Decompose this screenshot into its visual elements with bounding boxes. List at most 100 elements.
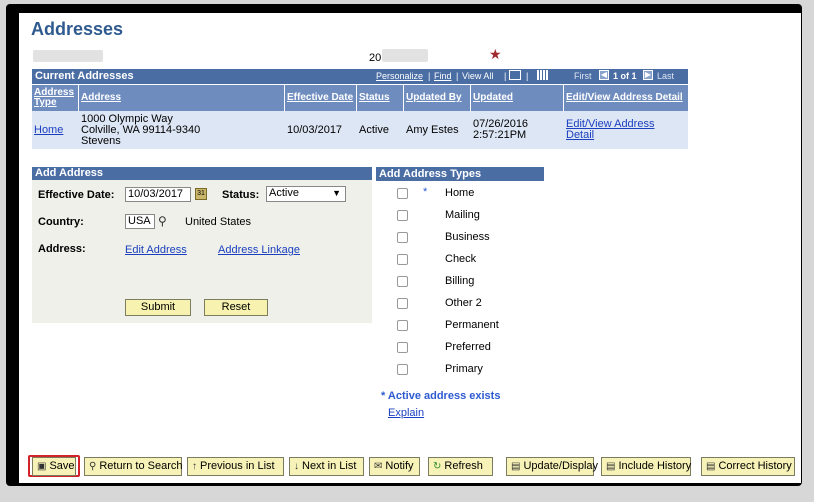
status-label: Status: (222, 189, 260, 201)
next-label: Next in List (302, 460, 357, 472)
correct-history-icon: ▤ (706, 461, 716, 472)
address-type-row: * Home (391, 186, 541, 201)
notify-icon: ✉ (374, 461, 383, 472)
address-type-label: Check (445, 253, 477, 265)
col-updated-by[interactable]: Updated By (404, 85, 471, 111)
calendar-icon[interactable]: 31 (195, 188, 207, 200)
correct-history-button[interactable]: ▤ Correct History (701, 457, 795, 476)
refresh-button[interactable]: ↻ Refresh (428, 457, 493, 476)
cell-address: 1000 Olympic Way Colville, WA 99114-9340… (79, 111, 287, 149)
address-type-checkbox[interactable] (397, 276, 408, 287)
return-to-search-button[interactable]: ⚲ Return to Search (84, 457, 182, 476)
zoom-icon[interactable] (509, 70, 521, 80)
edit-address-link[interactable]: Edit Address (125, 244, 187, 256)
find-link[interactable]: Find (434, 71, 452, 81)
address-type-label: Preferred (445, 341, 491, 353)
save-button[interactable]: ▣ Save (32, 457, 76, 476)
effective-date-label: Effective Date: (38, 189, 115, 201)
address-type-row: Preferred (391, 341, 541, 355)
include-history-label: Include History (618, 460, 692, 472)
col-effective-date[interactable]: Effective Date (285, 85, 357, 111)
col-address[interactable]: Address (79, 85, 285, 111)
address-type-checkbox[interactable] (397, 188, 408, 199)
table-row: Home 1000 Olympic Way Colville, WA 99114… (32, 111, 688, 149)
row-range: 1 of 1 (613, 71, 637, 81)
cell-status: Active (359, 123, 389, 136)
employee-id: 20 (369, 52, 381, 64)
address-type-label: Permanent (445, 319, 499, 331)
last-label: Last (657, 71, 675, 81)
country-code-input[interactable]: USA (125, 214, 155, 229)
update-display-button[interactable]: ▤ Update/Display (506, 457, 598, 476)
reset-button[interactable]: Reset (204, 299, 268, 316)
status-value: Active (269, 187, 299, 199)
edit-view-detail-link[interactable]: Edit/View Address Detail (566, 119, 676, 141)
prev-arrow-icon[interactable]: ◀ (599, 70, 609, 80)
effective-date-input[interactable]: 10/03/2017 (125, 187, 191, 202)
include-history-button[interactable]: ▤ Include History (601, 457, 691, 476)
save-icon: ▣ (37, 461, 47, 472)
address-type-row: Business (391, 231, 541, 245)
address-type-label: Primary (445, 363, 483, 375)
status-select[interactable]: Active ▼ (266, 186, 346, 202)
cell-effective-date: 10/03/2017 (287, 123, 343, 136)
next-in-list-button[interactable]: ↓ Next in List (289, 457, 364, 476)
address-type-checkbox[interactable] (397, 254, 408, 265)
toolbar: ▣ Save ⚲ Return to Search ↑ Previous in Lis… (19, 455, 801, 483)
address-type-checkbox[interactable] (397, 364, 408, 375)
explain-link[interactable]: Explain (388, 407, 424, 419)
notify-button[interactable]: ✉ Notify (369, 457, 420, 476)
address-type-checkbox[interactable] (397, 298, 408, 309)
search-icon: ⚲ (89, 461, 97, 472)
page: Addresses 20 ★ Current Addresses Persona… (19, 13, 801, 483)
history-icon: ▤ (606, 461, 616, 472)
arrow-up-icon: ↑ (192, 461, 197, 472)
address-type-label: Billing (445, 275, 475, 287)
col-address-type[interactable]: Address Type (32, 85, 79, 111)
grid-header: Current Addresses Personalize | Find | V… (32, 69, 688, 84)
search-icon[interactable]: ⚲ (158, 214, 167, 228)
download-icon[interactable] (537, 70, 549, 80)
country-name: United States (185, 216, 252, 228)
separator: | (526, 71, 529, 81)
address-type-label: Business (445, 231, 490, 243)
cell-updated: 07/26/2016 2:57:21PM (471, 111, 566, 149)
add-address-panel: Add Address Effective Date: 10/03/2017 3… (32, 167, 372, 323)
address-type-row: Primary (391, 363, 541, 377)
address-line-1: 1000 Olympic Way (81, 112, 173, 125)
address-type-checkbox[interactable] (397, 210, 408, 221)
address-type-row: Check (391, 253, 541, 267)
col-detail[interactable]: Edit/View Address Detail (564, 85, 688, 111)
address-linkage-link[interactable]: Address Linkage (218, 244, 300, 256)
column-headers: Address Type Address Effective Date Stat… (32, 85, 688, 111)
address-type-row: Permanent (391, 319, 541, 333)
personalize-link[interactable]: Personalize (376, 71, 423, 81)
cell-detail: Edit/View Address Detail (564, 111, 676, 149)
add-address-header: Add Address (32, 167, 372, 180)
redacted-id (382, 49, 428, 62)
cell-updated-by: Amy Estes (406, 123, 459, 136)
address-type-checkbox[interactable] (397, 232, 408, 243)
country-label: Country: (38, 216, 84, 228)
grid-title: Current Addresses (35, 70, 134, 82)
address-line-3: Stevens (81, 134, 121, 147)
active-marker: * (423, 186, 428, 198)
col-status[interactable]: Status (357, 85, 404, 111)
address-types-header: Add Address Types (376, 167, 544, 181)
submit-button[interactable]: Submit (125, 299, 191, 316)
view-all-link[interactable]: View All (462, 71, 493, 81)
next-arrow-icon[interactable]: ▶ (643, 70, 653, 80)
arrow-down-icon: ↓ (294, 461, 299, 472)
address-type-label: Mailing (445, 209, 480, 221)
screenshot-frame: Addresses 20 ★ Current Addresses Persona… (6, 4, 802, 486)
save-label: Save (49, 460, 75, 472)
address-type-label: Other 2 (445, 297, 482, 309)
address-type-label: Home (445, 187, 475, 199)
correct-history-label: Correct History (718, 460, 792, 472)
address-type-checkbox[interactable] (397, 342, 408, 353)
address-type-checkbox[interactable] (397, 320, 408, 331)
home-type-link[interactable]: Home (34, 124, 63, 136)
star-icon: ★ (489, 46, 502, 62)
previous-in-list-button[interactable]: ↑ Previous in List (187, 457, 284, 476)
col-updated[interactable]: Updated (471, 85, 564, 111)
